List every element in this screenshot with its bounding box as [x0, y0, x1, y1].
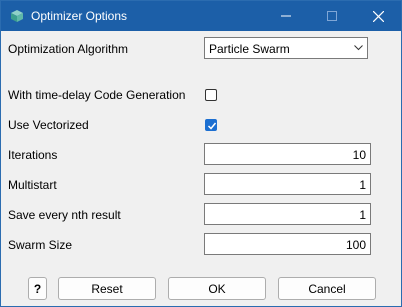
cancel-button[interactable]: Cancel — [278, 277, 376, 300]
iterations-label: Iterations — [8, 148, 58, 162]
close-icon — [372, 10, 384, 22]
close-button[interactable] — [355, 1, 401, 31]
timedelay-label: With time-delay Code Generation — [8, 88, 186, 102]
algorithm-select[interactable]: Particle Swarm — [204, 37, 368, 59]
save-nth-label: Save every nth result — [8, 208, 121, 222]
multistart-field[interactable]: 1 — [204, 173, 371, 195]
title-bar[interactable]: Optimizer Options — [1, 1, 401, 31]
reset-button[interactable]: Reset — [58, 277, 156, 300]
help-button[interactable]: ? — [28, 277, 47, 300]
vectorized-checkbox[interactable] — [205, 119, 217, 131]
checkmark-icon — [207, 122, 217, 130]
algorithm-selected-value: Particle Swarm — [209, 42, 290, 56]
iterations-value: 10 — [352, 148, 366, 162]
minimize-icon — [281, 15, 291, 17]
window-title: Optimizer Options — [31, 9, 128, 23]
app-cube-icon — [10, 9, 24, 23]
maximize-icon — [327, 11, 337, 21]
swarm-size-value: 100 — [345, 238, 366, 252]
ok-button[interactable]: OK — [168, 277, 266, 300]
swarm-size-field[interactable]: 100 — [204, 233, 371, 255]
chevron-down-icon — [349, 38, 367, 58]
save-nth-value: 1 — [359, 208, 366, 222]
maximize-button[interactable] — [309, 1, 355, 31]
timedelay-checkbox[interactable] — [205, 89, 217, 101]
swarm-size-label: Swarm Size — [8, 238, 73, 252]
minimize-button[interactable] — [263, 1, 309, 31]
multistart-label: Multistart — [8, 178, 57, 192]
save-nth-field[interactable]: 1 — [204, 203, 371, 225]
iterations-field[interactable]: 10 — [204, 143, 371, 165]
vectorized-label: Use Vectorized — [8, 118, 89, 132]
optimizer-options-dialog: Optimizer Options Optimization Algorithm… — [0, 0, 402, 307]
multistart-value: 1 — [359, 178, 366, 192]
algorithm-label: Optimization Algorithm — [8, 42, 129, 56]
